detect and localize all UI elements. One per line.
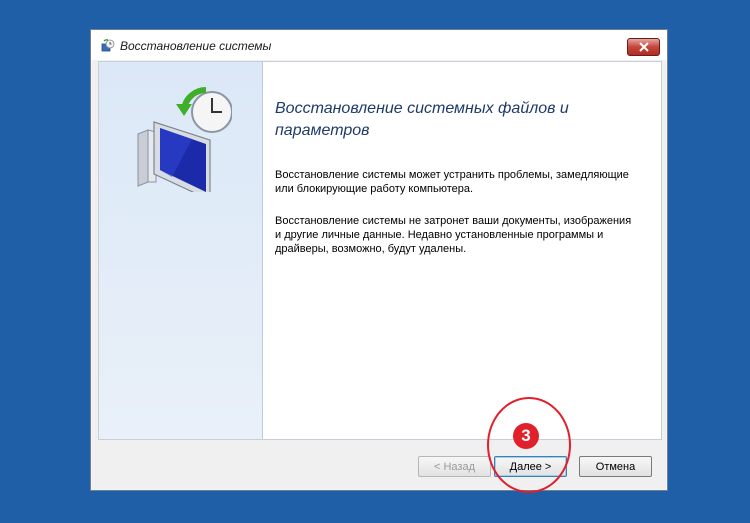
page-heading: Восстановление системных файлов и параме… — [275, 100, 569, 139]
annotation-step-badge: 3 — [513, 423, 539, 449]
window-title: Восстановление системы — [120, 39, 272, 53]
system-restore-icon — [101, 39, 115, 52]
content-area: Восстановление системных файлов и параме… — [98, 61, 662, 440]
close-icon — [638, 42, 649, 52]
back-button[interactable]: < Назад — [418, 456, 491, 477]
close-button[interactable] — [627, 38, 660, 56]
system-restore-illustration-icon — [137, 86, 232, 192]
button-bar: < Назад Далее > Отмена — [98, 441, 662, 487]
title-bar[interactable]: Восстановление системы — [91, 30, 667, 60]
description-paragraph-2: Восстановление системы не затронет ваши … — [275, 215, 632, 255]
side-panel — [99, 62, 263, 439]
system-restore-window: Восстановление системы Восстановление си… — [90, 29, 668, 491]
description-paragraph-1: Восстановление системы может устранить п… — [275, 169, 629, 195]
cancel-button[interactable]: Отмена — [579, 456, 652, 477]
